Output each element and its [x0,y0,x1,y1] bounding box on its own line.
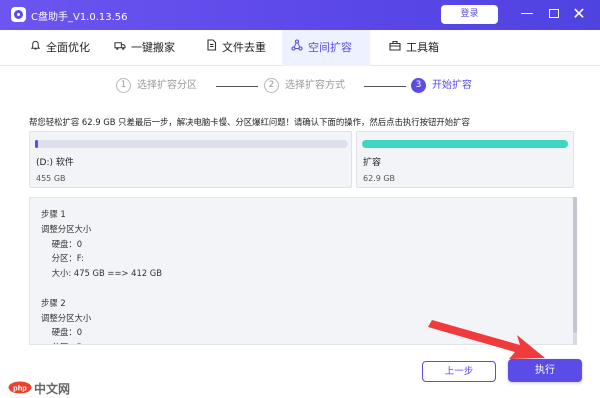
source-partition-size: 455 GB [36,174,66,183]
main-tab-bar: 全面优化 一键搬家 文件去重 空间扩容 工具箱 [0,30,600,66]
step-3-number: 3 [411,77,426,93]
tab-expand-label: 空间扩容 [308,41,352,54]
operation-step-line: 调整分区大小 [41,312,92,323]
tab-dedupe[interactable]: 文件去重 [196,30,274,66]
step-2-label: 选择扩容方式 [285,80,345,91]
tab-expand[interactable]: 空间扩容 [282,30,370,66]
operation-step-line [41,281,162,296]
tab-toolbox[interactable]: 工具箱 [380,30,447,66]
target-usage-fill [362,140,568,148]
maximize-icon[interactable] [543,3,565,25]
title-bar: C盘助手_V1.0.13.56 登录 — ✕ [0,0,600,30]
previous-step-button[interactable]: 上一步 [422,361,496,382]
tab-optimize-label: 全面优化 [46,41,90,54]
source-usage-bar [35,140,348,148]
tab-move-label: 一键搬家 [131,41,175,54]
operation-steps-list[interactable]: 步骤 1 调整分区大小 硬盘：0 分区：F: 大小: 475 GB ==> 412… [29,197,577,345]
step-2-number: 2 [264,77,279,93]
target-partition-name: 扩容 [363,158,382,168]
network-icon [290,30,304,66]
operation-steps-content: 步骤 1 调整分区大小 硬盘：0 分区：F: 大小: 475 GB ==> 412… [41,207,163,344]
step-connector-1 [216,86,258,87]
app-logo-icon [11,7,26,22]
step-2: 2 选择扩容方式 [264,75,345,97]
tab-toolbox-label: 工具箱 [406,41,439,54]
target-partition-card: 扩容 62.9 GB [356,131,574,188]
target-usage-bar [362,140,568,148]
close-icon[interactable]: ✕ [568,3,590,25]
app-title: C盘助手_V1.0.13.56 [31,12,128,23]
step-3-label: 开始扩容 [432,80,472,91]
info-message: 帮您轻松扩容 62.9 GB 只差最后一步，解决电脑卡慢、分区爆红问题！请确认下… [29,117,470,127]
operation-step-line: 分区：D: [41,340,162,344]
steps-scrollbar-thumb[interactable] [573,197,577,333]
watermark-text: 中文网 [34,382,71,396]
operation-step-line: 硬盘：0 [41,327,83,338]
operation-step-line: 分区：F: [41,253,84,264]
truck-icon [113,30,127,66]
tab-optimize[interactable]: 全面优化 [20,30,98,66]
source-partition-card: (D:) 软件 455 GB [29,131,352,188]
step-3: 3 开始扩容 [411,75,472,97]
steps-scrollbar[interactable] [573,197,577,345]
source-partition-name: (D:) 软件 [36,158,74,168]
svg-text:php: php [13,383,27,392]
execute-button[interactable]: 执行 [508,359,582,382]
minimize-icon[interactable]: — [516,3,538,25]
step-1-label: 选择扩容分区 [137,80,197,91]
php-logo-icon: php [8,381,32,394]
operation-step-line: 硬盘：0 [41,238,83,249]
operation-step-line: 调整分区大小 [41,223,92,234]
operation-step-line: 步骤 1 [41,209,66,219]
target-partition-size: 62.9 GB [363,174,396,183]
step-1-number: 1 [116,77,131,93]
tab-move[interactable]: 一键搬家 [105,30,183,66]
bell-icon [28,30,42,66]
operation-step-line: 步骤 2 [41,297,66,308]
login-button[interactable]: 登录 [441,5,498,24]
step-connector-2 [364,86,406,87]
step-1: 1 选择扩容分区 [116,75,197,97]
stepper: 1 选择扩容分区 2 选择扩容方式 3 开始扩容 [116,75,506,97]
source-usage-fill [35,140,39,148]
tab-dedupe-label: 文件去重 [222,41,266,54]
file-icon [204,30,218,66]
operation-step-line: 大小: 475 GB ==> 412 GB [41,268,163,279]
toolbox-icon [388,30,402,66]
